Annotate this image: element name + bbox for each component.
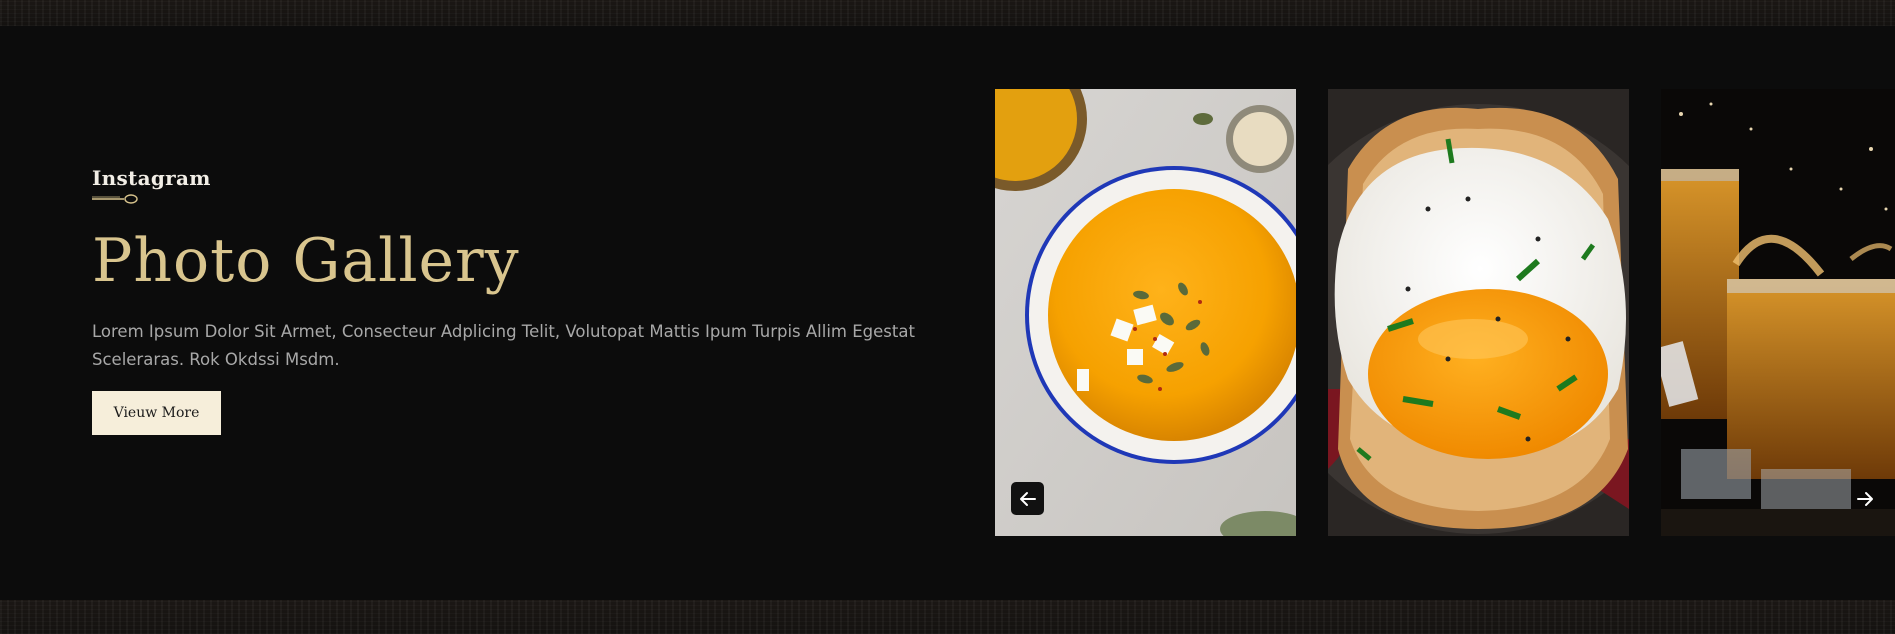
gallery-carousel[interactable]	[995, 89, 1895, 536]
pumpkin-soup-photo[interactable]	[995, 89, 1296, 536]
top-texture-band	[0, 0, 1895, 26]
section-description: Lorem Ipsum Dolor Sit Armet, Consecteur …	[92, 322, 915, 369]
whiskey-glasses-photo[interactable]	[1661, 89, 1895, 536]
photo-gallery-section: Instagram Photo Gallery Lorem Ipsum Dolo…	[0, 26, 1895, 600]
spoon-divider-icon	[92, 194, 138, 204]
carousel-prev-button[interactable]	[1011, 482, 1044, 515]
view-more-button[interactable]: Vieuw More	[92, 391, 221, 435]
section-eyebrow: Instagram	[92, 166, 211, 190]
fried-egg-toast-photo[interactable]	[1328, 89, 1629, 536]
page-title: Photo Gallery	[92, 226, 520, 296]
arrow-right-icon	[1856, 491, 1873, 506]
gallery-intro: Instagram Photo Gallery Lorem Ipsum Dolo…	[92, 166, 932, 435]
bottom-texture-band	[0, 600, 1895, 634]
carousel-next-button[interactable]	[1848, 482, 1881, 515]
arrow-left-icon	[1019, 491, 1036, 506]
